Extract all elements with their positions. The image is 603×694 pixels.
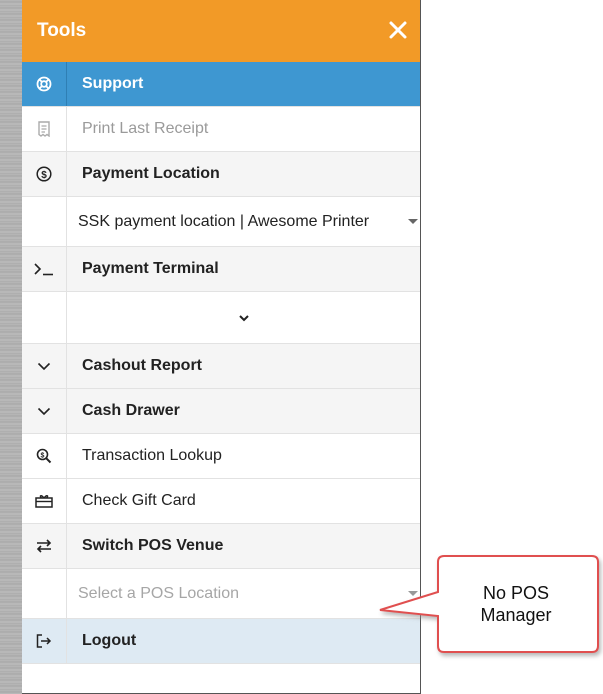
menu-item-cashout-report[interactable]: Cashout Report [22, 344, 420, 389]
pos-location-row: Select a POS Location [22, 569, 420, 619]
menu-item-label: Payment Terminal [82, 260, 219, 277]
search-dollar-icon: $ [22, 434, 67, 478]
menu-item-label: Cashout Report [82, 357, 202, 374]
menu-item-payment-location[interactable]: $ Payment Location [22, 152, 420, 197]
gift-card-icon [22, 479, 67, 523]
close-icon[interactable] [388, 20, 408, 40]
payment-terminal-row [22, 292, 420, 344]
menu-item-payment-terminal[interactable]: Payment Terminal [22, 247, 420, 292]
menu-item-label: Switch POS Venue [82, 537, 224, 554]
annotation-callout: No POS Manager [378, 552, 603, 662]
empty-icon-cell [22, 197, 67, 246]
chevron-down-icon [238, 314, 250, 322]
menu-item-print-last-receipt[interactable]: Print Last Receipt [22, 107, 420, 152]
menu-item-label: Support [82, 75, 144, 92]
swap-arrows-icon [22, 524, 67, 568]
callout-line-2: Manager [480, 605, 552, 625]
menu-item-switch-pos-venue[interactable]: Switch POS Venue [22, 524, 420, 569]
payment-location-row: SSK payment location | Awesome Printer [22, 197, 420, 247]
callout-line-1: No POS [482, 583, 550, 603]
svg-text:$: $ [41, 453, 45, 460]
panel-title: Tools [37, 20, 87, 41]
empty-icon-cell [22, 292, 67, 343]
payment-terminal-select[interactable] [67, 292, 420, 343]
menu-item-label: Logout [82, 632, 137, 649]
lifebuoy-icon [22, 62, 67, 106]
menu-item-label: Print Last Receipt [82, 120, 209, 137]
payment-location-select[interactable]: SSK payment location | Awesome Printer [67, 197, 420, 246]
terminal-icon [22, 247, 67, 291]
menu-item-logout[interactable]: Logout [22, 619, 420, 664]
menu-item-support[interactable]: Support [22, 62, 420, 107]
svg-text:$: $ [41, 170, 47, 181]
menu-item-label: Payment Location [82, 165, 220, 182]
empty-icon-cell [22, 569, 67, 618]
menu-item-check-gift-card[interactable]: Check Gift Card [22, 479, 420, 524]
receipt-icon [22, 107, 67, 151]
menu-item-cash-drawer[interactable]: Cash Drawer [22, 389, 420, 434]
logout-icon [22, 619, 67, 663]
menu-item-label: Check Gift Card [82, 492, 196, 509]
chevron-down-icon [22, 344, 67, 388]
tools-panel: Tools Support Print Last Receipt $ Payme… [22, 0, 421, 694]
chevron-down-icon [22, 389, 67, 433]
payment-location-value: SSK payment location | Awesome Printer [78, 212, 370, 230]
pos-location-placeholder: Select a POS Location [78, 584, 239, 602]
background-strip [0, 0, 23, 694]
dollar-circle-icon: $ [22, 152, 67, 196]
menu-item-label: Cash Drawer [82, 402, 180, 419]
panel-header: Tools [22, 0, 420, 62]
menu-item-label: Transaction Lookup [82, 447, 222, 464]
menu-item-transaction-lookup[interactable]: $ Transaction Lookup [22, 434, 420, 479]
dropdown-caret-icon [408, 219, 418, 224]
pos-location-select[interactable]: Select a POS Location [67, 569, 420, 618]
callout-text: No POS Manager [436, 582, 596, 626]
